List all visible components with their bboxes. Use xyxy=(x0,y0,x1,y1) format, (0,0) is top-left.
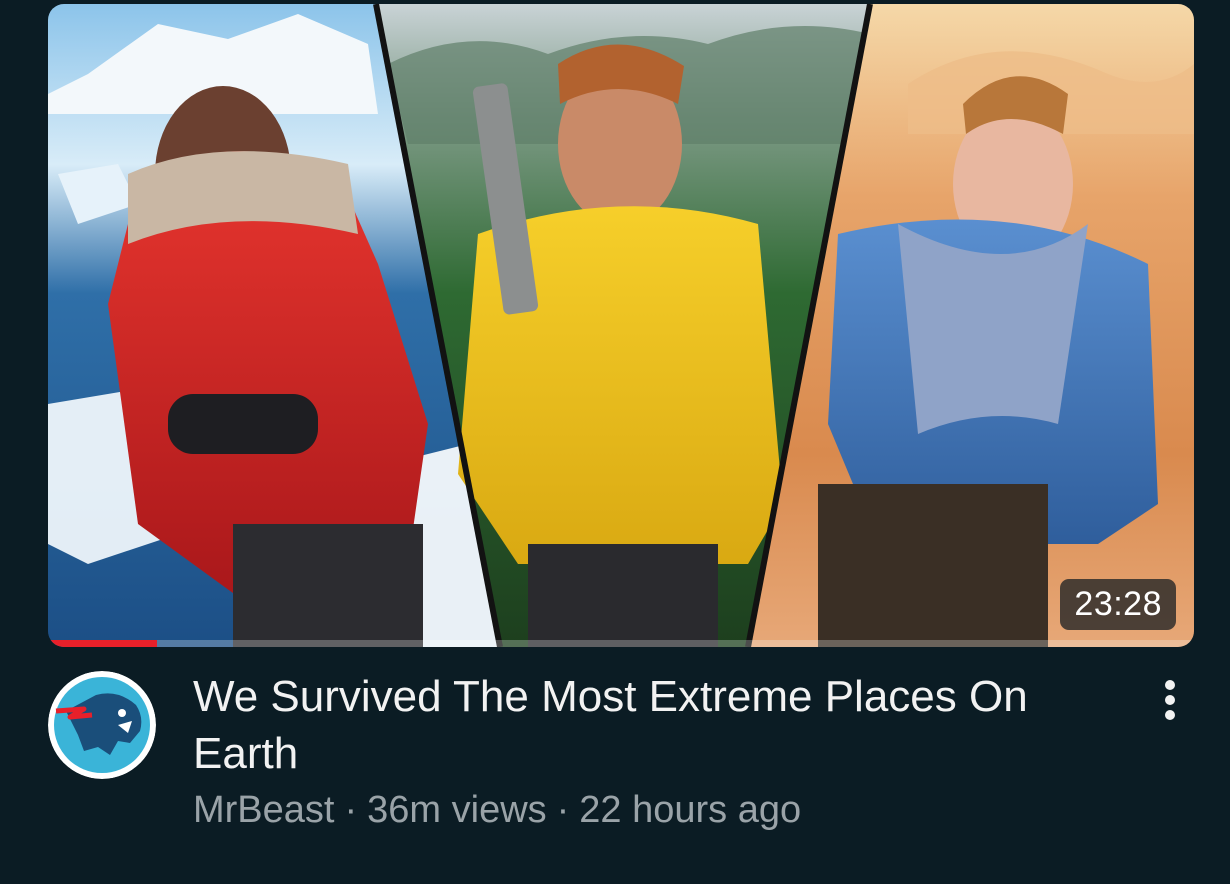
channel-avatar[interactable] xyxy=(48,671,156,779)
meta-separator: · xyxy=(344,789,358,831)
thumbnail-image xyxy=(48,4,1194,647)
channel-name[interactable]: MrBeast xyxy=(193,789,334,831)
channel-logo-icon xyxy=(48,671,156,779)
duration-badge: 23:28 xyxy=(1060,579,1176,630)
view-count: 36m views xyxy=(367,789,547,831)
video-title[interactable]: We Survived The Most Extreme Places On E… xyxy=(193,668,1123,782)
upload-age: 22 hours ago xyxy=(579,789,802,831)
video-card[interactable]: 23:28 We Survived The Most Extreme Place… xyxy=(0,0,1230,884)
meta-separator: · xyxy=(556,789,570,831)
video-thumbnail[interactable]: 23:28 xyxy=(48,4,1194,647)
watch-progress-bar xyxy=(48,640,1194,647)
more-vert-icon xyxy=(1165,680,1175,720)
video-metadata: MrBeast · 36m views · 22 hours ago xyxy=(193,787,801,833)
watch-progress-fill xyxy=(48,640,157,647)
more-options-button[interactable] xyxy=(1148,676,1192,724)
